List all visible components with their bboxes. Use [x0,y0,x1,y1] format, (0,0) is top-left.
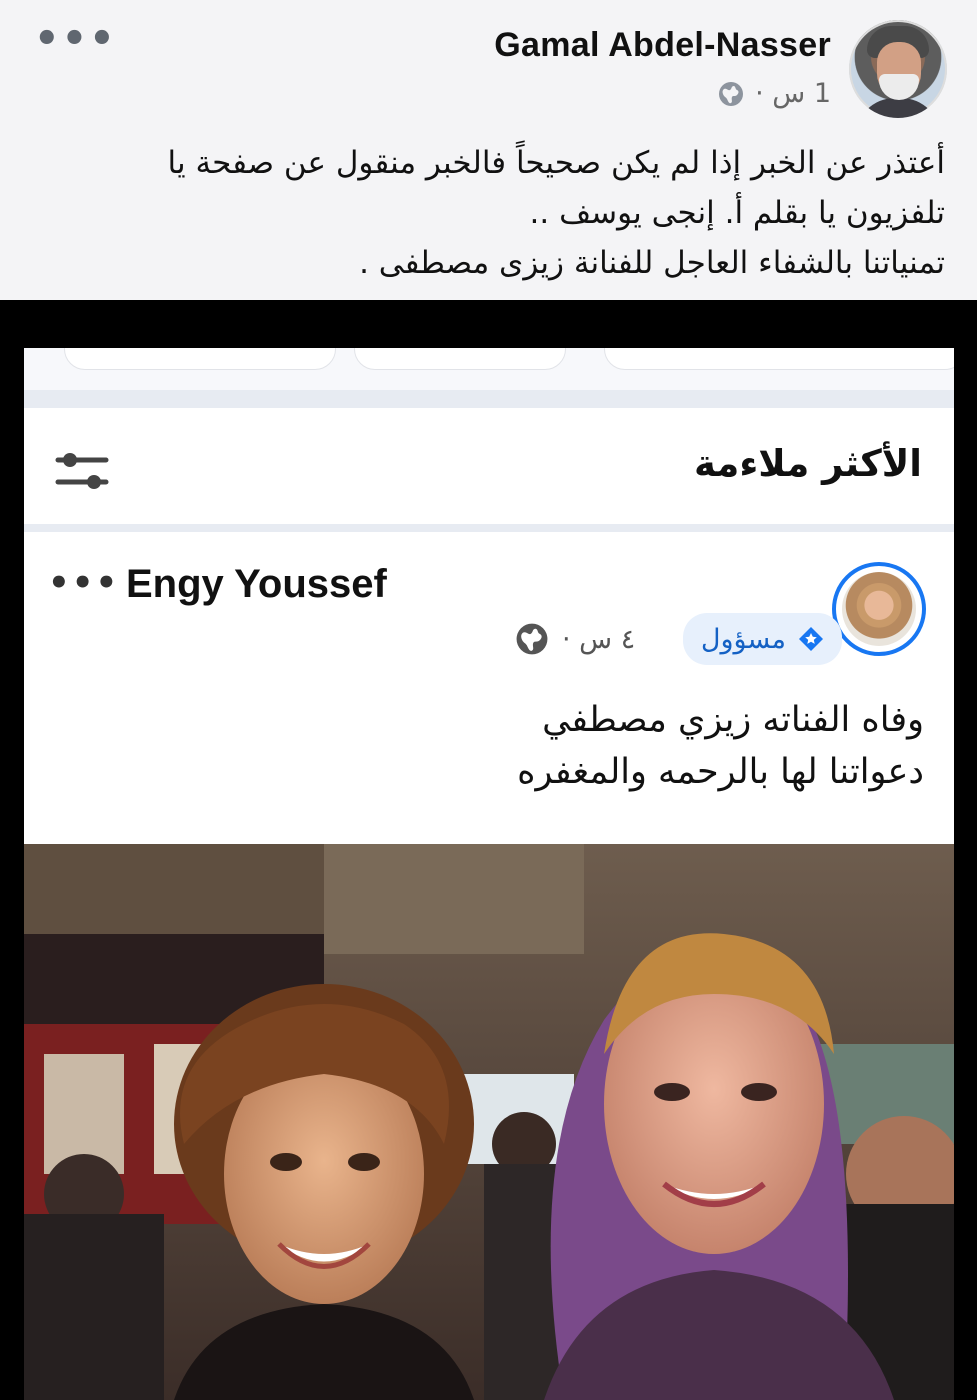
embedded-text-line: وفاه الفناته زيزي مصطفي [542,700,924,740]
chip [604,348,954,370]
admin-badge-icon [799,627,823,651]
embedded-post-meta: ٤ س · [514,616,635,662]
author-avatar[interactable] [849,20,947,118]
embedded-post: Engy Youssef ••• مسؤول ٤ س · وفاه الفنات… [24,532,954,850]
post-text-line: أعتذر عن الخبر إذا لم يكن صحيحاً فالخبر … [167,145,945,181]
author-name[interactable]: Gamal Abdel-Nasser [494,26,831,65]
more-dots-icon[interactable]: ••• [34,19,117,59]
post-time[interactable]: 1 س · [755,78,831,109]
embedded-text-line: دعواتنا لها بالرحمه والمغفره [517,752,924,792]
divider [24,390,954,408]
chip [64,348,336,370]
chip-strip [24,348,954,390]
embedded-post-time: ٤ س · [562,623,636,655]
engy-avatar [832,562,926,656]
role-badge-label: مسؤول [700,623,786,655]
more-dots-icon: ••• [48,563,120,603]
news-photo [24,844,954,1400]
post-text-line: تمنياتنا بالشفاء العاجل للفنانة زيزى مصط… [359,245,945,281]
outer-post-header: Gamal Abdel-Nasser 1 س · ••• أعتذر عن ال… [0,0,977,300]
chip [354,348,566,370]
embedded-author-name: Engy Youssef [126,562,387,606]
divider [24,524,954,532]
post-image[interactable]: الأكثر ملاءمة Engy Youssef ••• مسؤول ٤ س… [0,300,977,1400]
photo-illustration [24,844,954,1400]
sort-filter-row: الأكثر ملاءمة [24,408,954,528]
post-text-line: تلفزيون يا بقلم أ. إنجى يوسف .. [529,195,945,231]
globe-icon [516,623,548,655]
sort-title: الأكثر ملاءمة [693,442,922,485]
role-badge: مسؤول [682,613,842,665]
sliders-icon [55,453,109,489]
embedded-post-text: وفاه الفناته زيزي مصطفي دعواتنا لها بالر… [517,694,924,798]
embedded-screenshot: الأكثر ملاءمة Engy Youssef ••• مسؤول ٤ س… [24,348,954,1400]
post-meta: 1 س · [717,78,831,109]
role-badge-wrap: مسؤول [682,613,842,665]
post-text: أعتذر عن الخبر إذا لم يكن صحيحاً فالخبر … [45,138,945,288]
globe-icon [719,81,744,106]
